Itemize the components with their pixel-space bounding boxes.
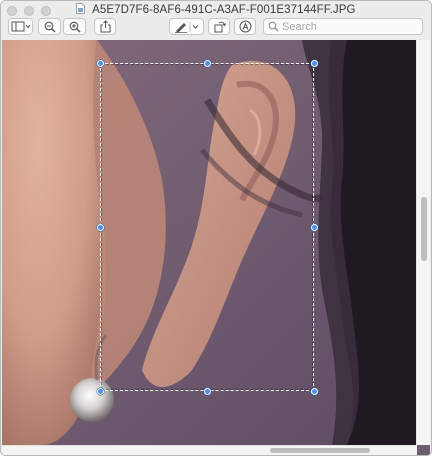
preview-window: A5E7D7F6-8AF6-491C-A3AF-F001E37144FF.JPG [0,0,432,456]
image-viewport [2,40,430,455]
selection-handle-top-right[interactable] [311,60,318,67]
zoom-out-button[interactable] [38,18,61,35]
search-input[interactable] [282,20,412,33]
selection-handle-top[interactable] [204,60,211,67]
vertical-scrollbar[interactable] [416,40,430,445]
vertical-scroll-thumb[interactable] [421,197,427,261]
rotate-icon [214,21,226,33]
zoom-out-icon [44,21,55,32]
share-button[interactable] [94,18,116,35]
share-icon [100,20,110,33]
horizontal-scrollbar[interactable] [2,445,417,455]
sidebar-icon [11,21,30,32]
rotate-button[interactable] [208,18,230,35]
horizontal-scroll-thumb[interactable] [270,448,370,453]
zoom-in-icon [69,21,80,32]
markup-toolbar-button[interactable] [169,18,204,35]
pen-icon [174,21,198,33]
selection-handle-left[interactable] [97,224,104,231]
window-title: A5E7D7F6-8AF6-491C-A3AF-F001E37144FF.JPG [92,4,356,16]
image-document-icon [76,3,86,14]
search-icon [268,21,279,32]
markup-circle-icon [239,20,251,33]
selection-handle-right[interactable] [311,224,318,231]
sidebar-toggle-button[interactable] [8,18,33,35]
crop-selection-rectangle[interactable] [97,60,318,395]
selection-handle-bottom-left[interactable] [97,388,104,395]
window-title-container: A5E7D7F6-8AF6-491C-A3AF-F001E37144FF.JPG [1,3,431,16]
selection-handle-top-left[interactable] [97,60,104,67]
toolbar [1,18,431,38]
selection-handle-bottom-right[interactable] [311,388,318,395]
zoom-in-button[interactable] [63,18,86,35]
search-field[interactable] [263,18,423,35]
annotate-button[interactable] [234,18,256,35]
selection-handle-bottom[interactable] [204,388,211,395]
